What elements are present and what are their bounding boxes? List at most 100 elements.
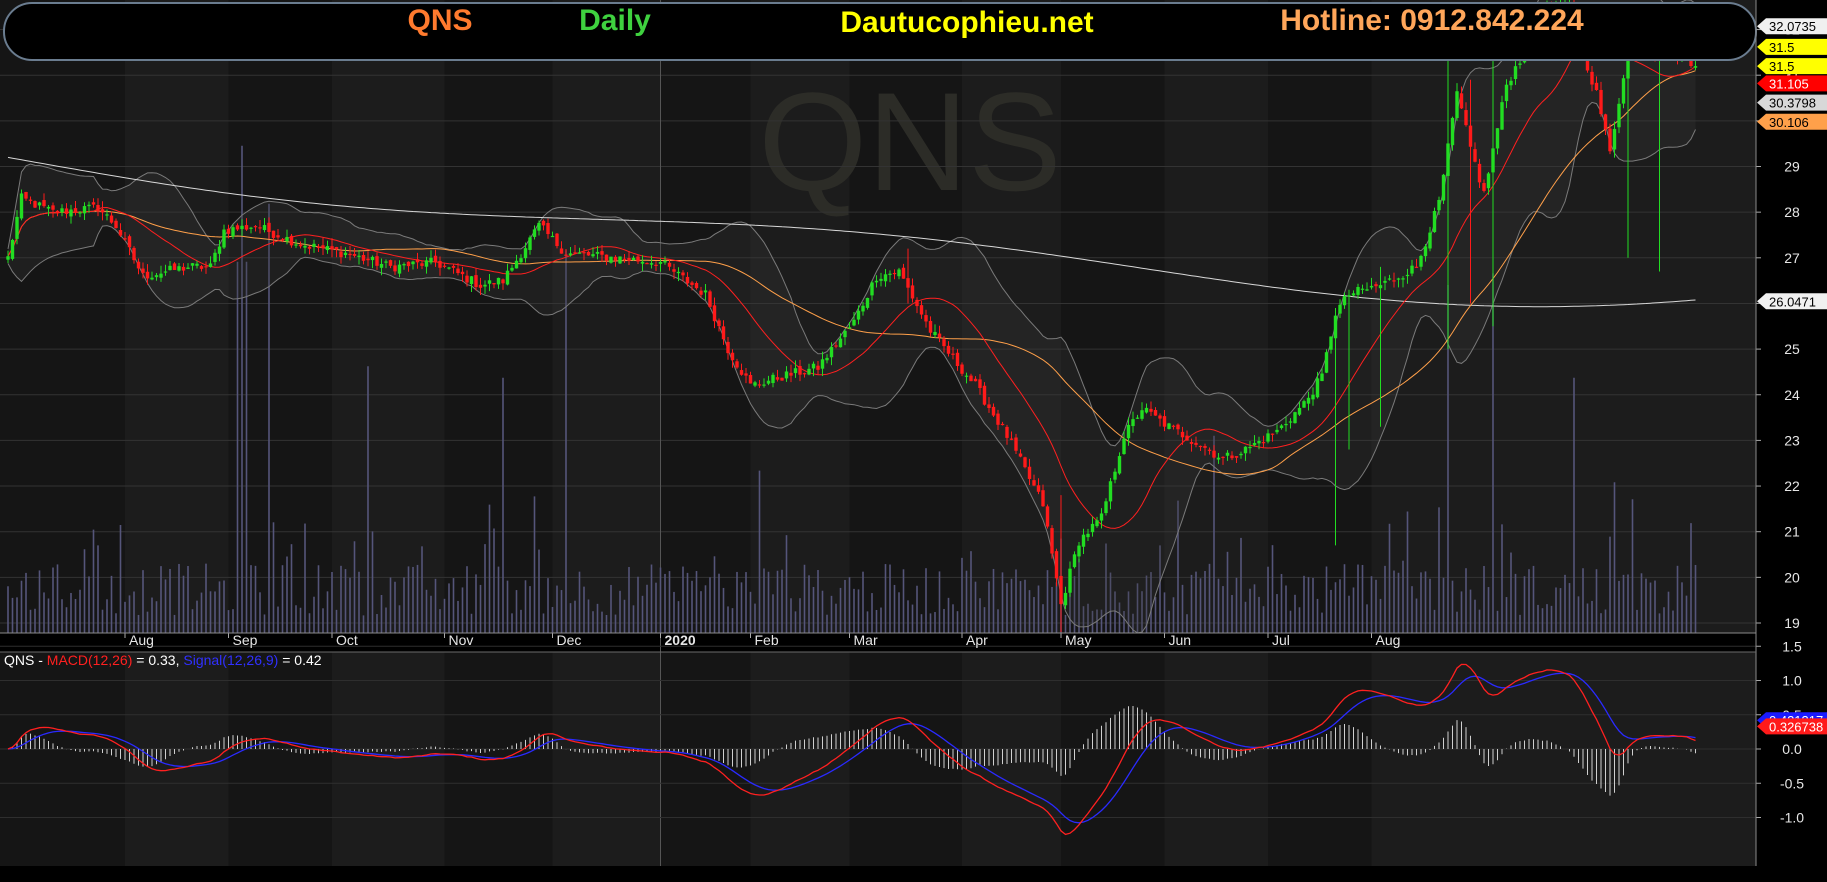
- price-tag-label: 31.5: [1769, 59, 1794, 74]
- candle-body: [1000, 423, 1005, 426]
- candle-body: [1302, 401, 1306, 408]
- candle-body: [1009, 438, 1014, 440]
- candle-body: [361, 255, 366, 261]
- candle-body: [1513, 66, 1518, 79]
- candle-body: [87, 204, 91, 207]
- candle-body: [474, 275, 478, 288]
- candle-body: [1068, 568, 1072, 593]
- candle-body: [1266, 433, 1270, 442]
- candle-body: [1297, 407, 1302, 415]
- candle-body: [154, 275, 159, 278]
- candle-body: [1455, 91, 1459, 119]
- candle-body: [537, 222, 541, 231]
- candle-body: [762, 384, 766, 386]
- candle-body: [771, 374, 775, 384]
- month-label: Sep: [233, 632, 258, 648]
- watermark-text: QNS: [758, 63, 1061, 220]
- candle-body: [1171, 425, 1176, 427]
- candle-body: [793, 368, 798, 374]
- candle-body: [703, 290, 708, 293]
- candle-body: [64, 208, 69, 214]
- candle-body: [694, 283, 699, 289]
- candle-body: [1077, 545, 1081, 557]
- banner-symbol: QNS: [407, 4, 472, 37]
- candle-body: [847, 327, 852, 329]
- candle-body: [1131, 419, 1135, 427]
- candle-body: [1351, 293, 1356, 296]
- candle-body: [100, 209, 105, 213]
- candle-body: [352, 253, 357, 256]
- candle-body: [249, 227, 253, 229]
- candle-body: [6, 256, 10, 260]
- candle-body: [802, 373, 807, 375]
- candle-body: [262, 225, 267, 231]
- candle-body: [105, 214, 109, 216]
- candle-body: [514, 260, 519, 269]
- candle-body: [1617, 103, 1621, 128]
- candle-body: [595, 251, 600, 254]
- candle-body: [991, 406, 996, 416]
- candle-body: [415, 259, 420, 263]
- candle-body: [1198, 445, 1203, 448]
- candle-body: [901, 267, 906, 279]
- candle-body: [951, 353, 955, 355]
- candle-body: [1468, 125, 1473, 147]
- candle-body: [649, 263, 654, 265]
- candle-body: [870, 282, 874, 296]
- candle-body: [708, 291, 712, 307]
- candle-body: [955, 352, 960, 367]
- candle-body: [469, 276, 474, 285]
- candle-body: [609, 256, 613, 263]
- candle-body: [1275, 429, 1279, 433]
- candle-body: [1437, 199, 1441, 211]
- candle-body: [861, 305, 865, 312]
- candle-body: [451, 265, 456, 268]
- candle-body: [244, 225, 249, 230]
- candle-body: [321, 245, 325, 249]
- month-label: 2020: [665, 632, 696, 648]
- candle-body: [168, 265, 172, 271]
- candle-body: [573, 252, 577, 254]
- candle-body: [1347, 295, 1351, 297]
- candle-body: [10, 239, 15, 259]
- candle-body: [1252, 442, 1257, 446]
- macd-title: QNS - MACD(12,26) = 0.33, Signal(12,26,9…: [4, 652, 322, 668]
- candle-body: [1459, 93, 1464, 109]
- candle-body: [375, 256, 379, 266]
- candle-body: [1410, 265, 1414, 274]
- candle-body: [834, 345, 838, 347]
- month-band: [1164, 0, 1268, 633]
- candle-body: [289, 235, 294, 246]
- candle-body: [172, 263, 177, 270]
- month-label: Aug: [129, 632, 154, 648]
- candle-body: [28, 199, 33, 201]
- candle-body: [1612, 128, 1617, 150]
- candle-body: [640, 261, 645, 264]
- candle-body: [1176, 424, 1180, 430]
- price-tag-label: 30.106: [1769, 115, 1809, 130]
- candle-body: [1234, 456, 1239, 458]
- candle-body: [1360, 288, 1365, 290]
- candle-body: [1329, 336, 1333, 350]
- candle-body: [82, 206, 87, 214]
- candle-body: [1162, 416, 1167, 427]
- candle-body: [1027, 466, 1032, 479]
- candle-body: [1063, 592, 1068, 606]
- price-tick-label: 19: [1784, 615, 1800, 631]
- macd-tick-label: -0.5: [1780, 775, 1804, 791]
- candle-body: [303, 245, 307, 248]
- candle-body: [523, 248, 528, 259]
- price-tick-label: 23: [1784, 432, 1800, 448]
- candle-body: [1230, 455, 1234, 459]
- candle-body: [1113, 471, 1117, 480]
- candle-body: [960, 364, 964, 374]
- banner-site[interactable]: Dautucophieu.net: [840, 6, 1093, 39]
- candle-body: [1270, 433, 1275, 435]
- candle-body: [996, 413, 1000, 425]
- candle-body: [1608, 128, 1612, 152]
- candle-body: [568, 253, 573, 256]
- candle-body: [1374, 284, 1378, 287]
- candle-body: [1032, 480, 1036, 486]
- candle-body: [433, 255, 438, 263]
- candle-body: [1518, 63, 1522, 65]
